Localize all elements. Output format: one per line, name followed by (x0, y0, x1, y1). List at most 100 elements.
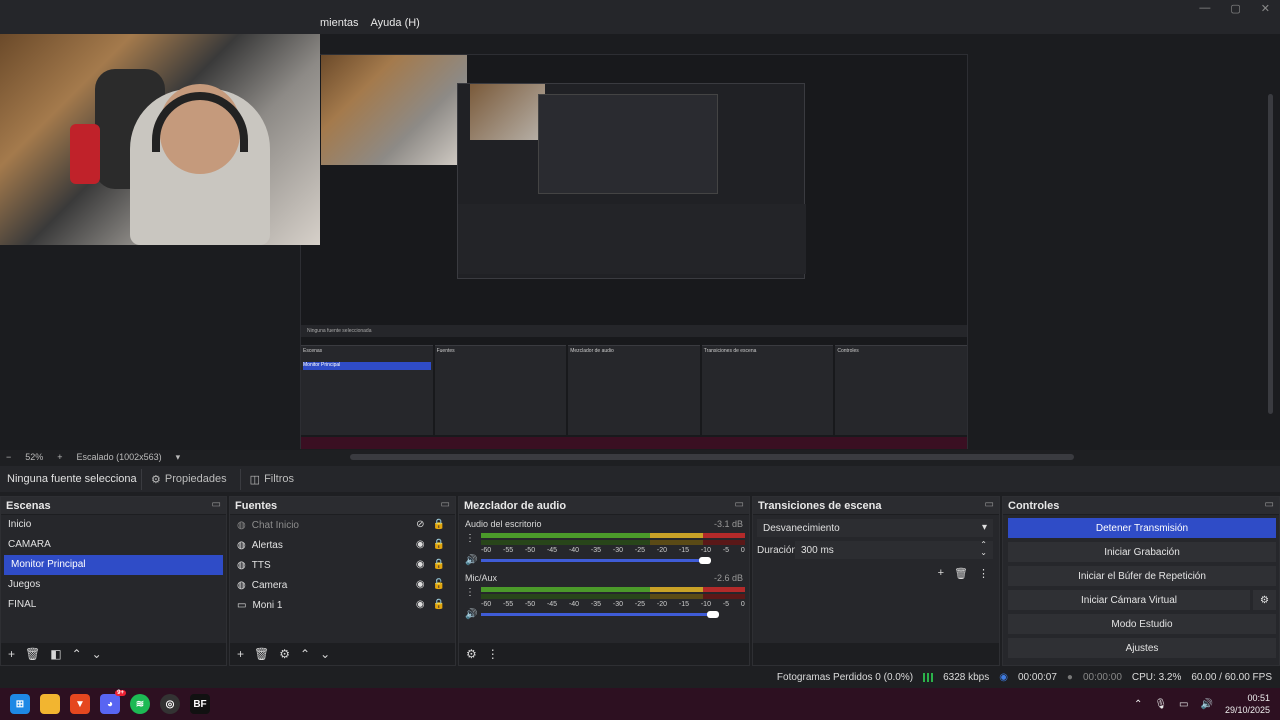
filters-button[interactable]: ◫ Filtros (239, 468, 303, 490)
system-tray: ⌃ 🎙 ▭ 🔊 00:51 29/10/2025 (1134, 692, 1270, 716)
kebab-menu-icon[interactable]: ⋮ (465, 587, 475, 598)
scene-item[interactable]: CAMARA (1, 535, 226, 555)
duration-field[interactable]: 300 ms ⌃ ⌄ (795, 541, 993, 559)
speaker-icon[interactable]: 🔊 (465, 609, 477, 620)
signal-bars-icon (923, 673, 934, 682)
unlock-icon[interactable]: 🔓 (433, 579, 445, 590)
dock-menu-icon[interactable]: ▭ (441, 499, 450, 510)
obs-icon[interactable]: ◎ (160, 694, 180, 714)
source-item[interactable]: ◍ Camera ◉ 🔓 (230, 575, 455, 595)
volume-icon[interactable]: 🔊 (1201, 699, 1213, 710)
chevron-up-icon[interactable]: ⌃ (1134, 699, 1142, 710)
folder-icon[interactable] (40, 694, 60, 714)
scene-item-active[interactable]: Monitor Principal (4, 555, 223, 575)
add-icon[interactable]: + (8, 647, 15, 661)
eye-icon[interactable]: ◉ (416, 559, 425, 570)
minimize-button[interactable]: — (1199, 2, 1210, 15)
transition-select[interactable]: Desvanecimiento ▾ (757, 519, 993, 537)
duration-value: 300 ms (801, 545, 834, 556)
speaker-icon[interactable]: 🔊 (465, 555, 477, 566)
meter-tick: -55 (502, 601, 514, 608)
kebab-menu-icon[interactable]: ⋮ (978, 567, 989, 580)
clock[interactable]: 00:51 29/10/2025 (1225, 692, 1270, 716)
dock-menu-icon[interactable]: ▭ (735, 499, 744, 510)
meter-tick: -30 (612, 547, 624, 554)
scene-item[interactable]: Juegos (1, 575, 226, 595)
preview-vertical-scrollbar[interactable] (1268, 94, 1273, 414)
filter-icon[interactable]: ◧ (50, 647, 61, 661)
start-virtual-camera-button[interactable]: Iniciar Cámara Virtual (1008, 590, 1250, 610)
close-button[interactable]: ✕ (1261, 2, 1270, 15)
windows-icon[interactable]: ⊞ (10, 694, 30, 714)
lock-icon[interactable]: 🔒 (433, 599, 445, 610)
controls-header: Controles ▭ (1003, 497, 1279, 514)
lock-icon[interactable]: 🔒 (433, 559, 445, 570)
source-item[interactable]: ◍ TTS ◉ 🔒 (230, 555, 455, 575)
record-icon: ● (1066, 672, 1073, 683)
trash-icon[interactable]: 🗑 (25, 647, 40, 661)
chevron-down-icon[interactable]: ⌄ (320, 647, 330, 661)
dock-menu-icon[interactable]: ▭ (985, 499, 994, 510)
dock-menu-icon[interactable]: ▭ (1265, 499, 1274, 510)
source-item[interactable]: ◍ Alertas ◉ 🔒 (230, 535, 455, 555)
virtual-camera-settings-button[interactable]: ⚙ (1253, 590, 1276, 610)
menu-tools[interactable]: mientas (320, 17, 359, 29)
eye-hidden-icon[interactable]: ⊘ (416, 519, 424, 530)
volume-slider-knob[interactable] (699, 557, 711, 564)
volume-meter (481, 587, 745, 592)
source-item[interactable]: ◍ Chat Inicio ⊘ 🔒 (230, 515, 455, 535)
spin-arrows-icon[interactable]: ⌃ ⌄ (980, 541, 987, 557)
spotify-icon[interactable]: ≋ (130, 694, 150, 714)
maximize-button[interactable]: ▢ (1230, 2, 1240, 15)
eye-icon[interactable]: ◉ (416, 579, 425, 590)
status-bar: Fotogramas Perdidos 0 (0.0%) 6328 kbps ◉… (0, 668, 1280, 688)
volume-meter (481, 533, 745, 538)
dock-menu-icon[interactable]: ▭ (212, 499, 221, 510)
kebab-menu-icon[interactable]: ⋮ (487, 647, 499, 661)
properties-button[interactable]: ⚙ Propiedades (141, 468, 236, 490)
add-icon[interactable]: + (938, 567, 944, 580)
zoom-in-button[interactable]: + (57, 452, 62, 463)
volume-slider[interactable] (481, 559, 705, 562)
network-icon[interactable]: ▭ (1179, 699, 1188, 710)
lock-icon[interactable]: 🔒 (433, 539, 445, 550)
source-item[interactable]: ▭ Moni 1 ◉ 🔒 (230, 595, 455, 615)
settings-button[interactable]: Ajustes (1008, 638, 1276, 658)
chevron-up-icon[interactable]: ⌃ (72, 647, 82, 661)
start-replay-buffer-button[interactable]: Iniciar el Búfer de Repetición (1008, 566, 1276, 586)
lock-icon[interactable]: 🔒 (433, 519, 445, 530)
scene-item[interactable]: Inicio (1, 515, 226, 535)
gear-icon[interactable]: ⚙ (279, 647, 290, 661)
studio-mode-button[interactable]: Modo Estudio (1008, 614, 1276, 634)
scale-mode[interactable]: Escalado (1002x563) (77, 452, 162, 463)
scenes-title: Escenas (6, 500, 51, 512)
volume-meter-peak (481, 540, 745, 545)
volume-slider-knob[interactable] (707, 611, 719, 618)
trash-icon[interactable]: 🗑 (954, 567, 968, 580)
chevron-down-icon[interactable]: ⌄ (92, 647, 102, 661)
discord-icon[interactable]: ◕ 9+ (100, 690, 126, 714)
browser-icon: ◍ (237, 539, 246, 551)
add-icon[interactable]: + (237, 647, 244, 661)
chevron-up-icon[interactable]: ⌃ (300, 647, 310, 661)
brave-icon[interactable]: ▼ (70, 694, 90, 714)
scene-item[interactable]: FINAL (1, 595, 226, 615)
menu-help[interactable]: Ayuda (H) (371, 17, 420, 29)
meter-tick: 0 (740, 601, 745, 608)
bf-icon[interactable]: BF (190, 694, 210, 714)
start-recording-button[interactable]: Iniciar Grabación (1008, 542, 1276, 562)
preview-horizontal-scrollbar[interactable] (350, 454, 1074, 460)
nested-panel: Mezclador de audio (568, 345, 700, 435)
microphone-icon[interactable]: 🎙 (1154, 699, 1167, 710)
kebab-menu-icon[interactable]: ⋮ (465, 533, 475, 544)
trash-icon[interactable]: 🗑 (254, 647, 269, 661)
chevron-down-icon[interactable]: ▾ (176, 452, 181, 463)
bitrate: 6328 kbps (943, 672, 990, 683)
eye-icon[interactable]: ◉ (416, 539, 425, 550)
preview-canvas[interactable]: Ninguna fuente seleccionada Escenas Monit… (0, 34, 1280, 450)
stop-streaming-button[interactable]: Detener Transmisión (1008, 518, 1276, 538)
gear-icon[interactable]: ⚙ (466, 647, 477, 661)
zoom-out-button[interactable]: − (6, 452, 11, 463)
volume-slider[interactable] (481, 613, 713, 616)
eye-icon[interactable]: ◉ (416, 599, 425, 610)
